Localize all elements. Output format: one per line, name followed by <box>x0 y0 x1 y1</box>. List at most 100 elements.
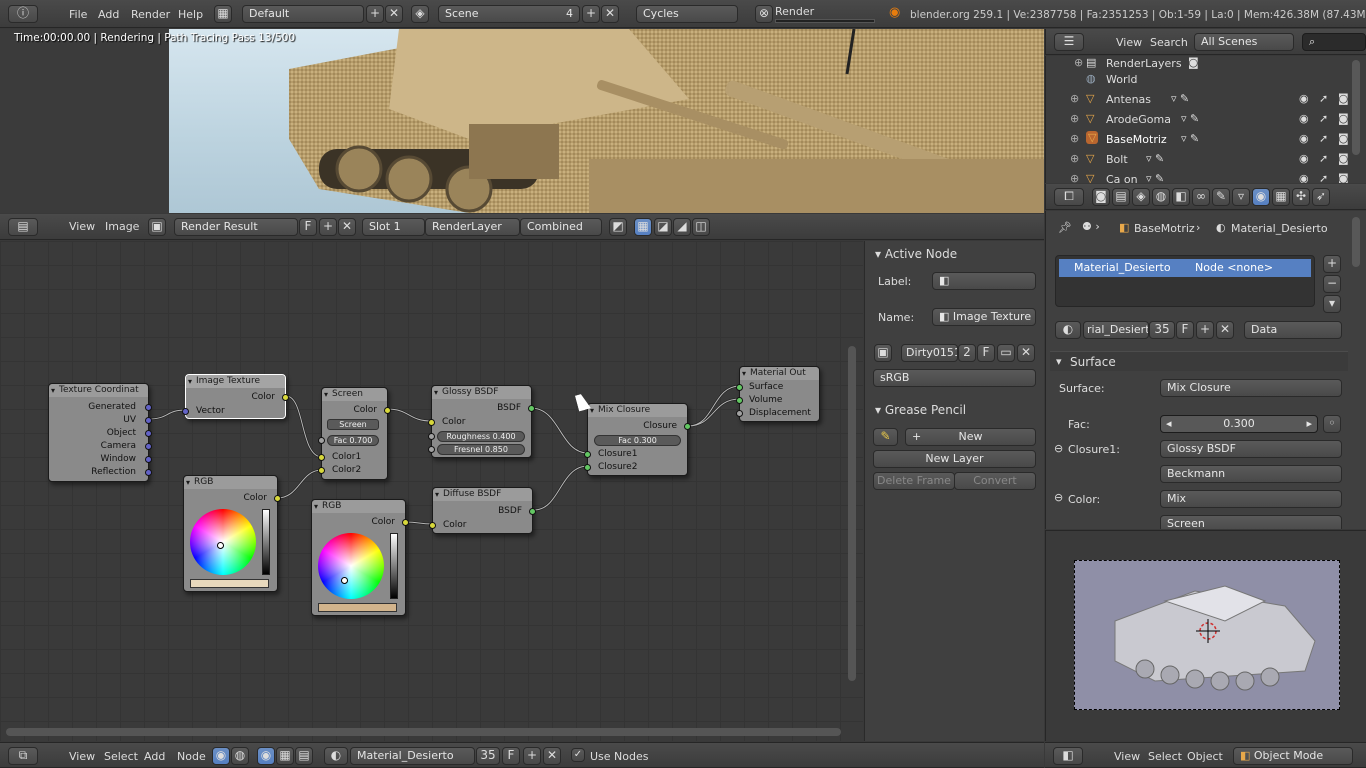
collapse-closure1-icon[interactable]: ⊖ <box>1054 442 1063 455</box>
material-browse-icon[interactable]: ◐ <box>1055 321 1081 339</box>
image-unlink-button[interactable]: ✕ <box>338 218 356 236</box>
material-fake-user-button[interactable]: F <box>502 747 520 765</box>
alpha-checker-icon[interactable]: ▦ <box>634 218 652 236</box>
unlink-material-button[interactable]: ✕ <box>543 747 561 765</box>
outliner-menu-search[interactable]: Search <box>1150 36 1188 50</box>
image-users-count[interactable]: 2 <box>958 344 976 362</box>
menu-render[interactable]: Render <box>131 8 170 22</box>
menu-help[interactable]: Help <box>178 8 203 22</box>
color-wheel[interactable] <box>190 509 256 575</box>
render-icon[interactable]: ◙ <box>1338 92 1349 105</box>
node-glossy-bsdf[interactable]: Glossy BSDF BSDF Color Roughness 0.400 F… <box>428 385 535 458</box>
material-fake-user-button[interactable]: F <box>1176 321 1194 339</box>
world-nodes-icon[interactable]: ◍ <box>231 747 249 765</box>
remove-scene-button[interactable]: ✕ <box>601 5 619 23</box>
outliner-row[interactable]: ⊕ ▽ Antenas ▿ ✎ ◉ ➚ ◙ <box>1046 90 1356 110</box>
layout-selector[interactable]: Default <box>242 5 364 23</box>
closure1-shader-dropdown[interactable]: Glossy BSDF <box>1160 440 1342 458</box>
socket[interactable] <box>145 404 152 411</box>
node-material-output[interactable]: Material Out Surface Volume Displacement <box>736 366 820 422</box>
outliner-row[interactable]: ⊕ ▽ Bolt ▿ ✎ ◉ ➚ ◙ <box>1046 150 1356 170</box>
viewport-menu-select[interactable]: Select <box>1148 750 1182 764</box>
socket[interactable] <box>145 456 152 463</box>
socket[interactable] <box>318 467 325 474</box>
fac-slider[interactable]: ◂ 0.300 ▸ <box>1160 415 1318 433</box>
visibility-icon[interactable]: ◉ <box>1299 132 1309 145</box>
menu-add[interactable]: Add <box>98 8 119 22</box>
image-fake-user-button[interactable]: F <box>977 344 995 362</box>
object-tab-icon[interactable]: ◧ <box>1172 188 1190 206</box>
image-editor-type-icon[interactable]: ▤ <box>8 218 38 236</box>
image-browse-icon[interactable]: ▣ <box>874 344 892 362</box>
socket[interactable] <box>145 443 152 450</box>
renderlayer-selector[interactable]: RenderLayer <box>425 218 520 236</box>
draw-channels-icon[interactable]: ◩ <box>609 218 627 236</box>
add-scene-button[interactable]: + <box>582 5 600 23</box>
socket[interactable] <box>318 454 325 461</box>
socket[interactable] <box>584 451 591 458</box>
outliner-row[interactable]: ⊕ ▽ BaseMotriz ▿ ✎ ◉ ➚ ◙ <box>1046 130 1356 150</box>
roughness-slider[interactable]: Roughness 0.400 <box>437 431 525 442</box>
view-alpha-icon[interactable]: ◢ <box>673 218 691 236</box>
new-material-button[interactable]: + <box>1196 321 1214 339</box>
image-menu-image[interactable]: Image <box>105 220 139 234</box>
node-image-texture[interactable]: Image Texture Color Vector <box>182 374 289 419</box>
data-tab-icon[interactable]: ▿ <box>1232 188 1250 206</box>
render-icon[interactable]: ◙ <box>1338 172 1349 183</box>
select-icon[interactable]: ➚ <box>1319 172 1328 183</box>
color-swatch[interactable] <box>318 603 397 612</box>
new-layer-button[interactable]: New Layer <box>873 450 1036 468</box>
node-menu-add[interactable]: Add <box>144 750 165 764</box>
distribution-dropdown[interactable]: Beckmann <box>1160 465 1342 483</box>
unlink-material-button[interactable]: ✕ <box>1216 321 1234 339</box>
viewport-menu-view[interactable]: View <box>1114 750 1140 764</box>
render-icon[interactable]: ◙ <box>1338 112 1349 125</box>
outliner-type-icon[interactable]: ☰ <box>1054 33 1084 51</box>
render-icon[interactable]: ◙ <box>1338 152 1349 165</box>
socket[interactable] <box>384 407 391 414</box>
socket[interactable] <box>318 437 325 444</box>
node-rgb-1[interactable]: RGB Color <box>183 475 281 592</box>
socket[interactable] <box>282 394 289 401</box>
scene-icon[interactable]: ◈ <box>411 5 429 23</box>
layout-icon[interactable]: ▦ <box>214 5 232 23</box>
material-tab-icon[interactable]: ◉ <box>1252 188 1270 206</box>
surface-panel-header[interactable]: ▾ Surface <box>1050 351 1348 371</box>
fac-slider[interactable]: Fac 0.300 <box>594 435 681 446</box>
material-slot-list[interactable]: Material_Desierto Node <none> <box>1055 255 1315 307</box>
open-image-icon[interactable]: ▭ <box>997 344 1015 362</box>
pass-selector[interactable]: Combined <box>520 218 602 236</box>
node-label-field[interactable]: ◧ <box>932 272 1036 290</box>
physics-tab-icon[interactable]: ➶ <box>1312 188 1330 206</box>
visibility-icon[interactable]: ◉ <box>1299 92 1309 105</box>
select-icon[interactable]: ➚ <box>1319 92 1328 105</box>
add-layout-button[interactable]: + <box>366 5 384 23</box>
viewport-menu-object[interactable]: Object <box>1187 750 1223 764</box>
fac-slider[interactable]: Fac 0.700 <box>327 435 379 446</box>
material-name-field[interactable]: rial_Desierto <box>1083 321 1149 339</box>
constraint-tab-icon[interactable]: ∞ <box>1192 188 1210 206</box>
socket[interactable] <box>428 433 435 440</box>
world-icon[interactable]: ▦ <box>276 747 294 765</box>
render-slot-icon[interactable]: ◫ <box>692 218 710 236</box>
render-image-area[interactable]: Time:00:00.00 | Rendering | Path Tracing… <box>0 29 1044 213</box>
texture-icon[interactable]: ▤ <box>295 747 313 765</box>
value-slider[interactable] <box>390 533 398 599</box>
outliner-scrollbar[interactable] <box>1352 60 1360 155</box>
material-sphere-icon[interactable]: ◐ <box>324 747 348 765</box>
scene-tab-icon[interactable]: ◈ <box>1132 188 1150 206</box>
color-wheel[interactable] <box>318 533 384 599</box>
outliner-search-input[interactable]: ⌕ <box>1302 33 1366 51</box>
unlink-image-button[interactable]: ✕ <box>1017 344 1035 362</box>
socket[interactable] <box>428 419 435 426</box>
node-editor-type-icon[interactable]: ⧉ <box>8 747 38 765</box>
node-menu-node[interactable]: Node <box>177 750 206 764</box>
node-editor-canvas[interactable]: Texture Coordinat Generated UV Object Ca… <box>0 241 863 741</box>
image-fake-user-button[interactable]: F <box>299 218 317 236</box>
socket[interactable] <box>684 423 691 430</box>
convert-button[interactable]: Convert <box>954 472 1036 490</box>
visibility-icon[interactable]: ◉ <box>1299 172 1309 183</box>
properties-scrollbar[interactable] <box>1352 217 1360 267</box>
object-mode-dropdown[interactable]: ◧ Object Mode <box>1233 747 1353 765</box>
material-users-count[interactable]: 35 <box>1149 321 1175 339</box>
